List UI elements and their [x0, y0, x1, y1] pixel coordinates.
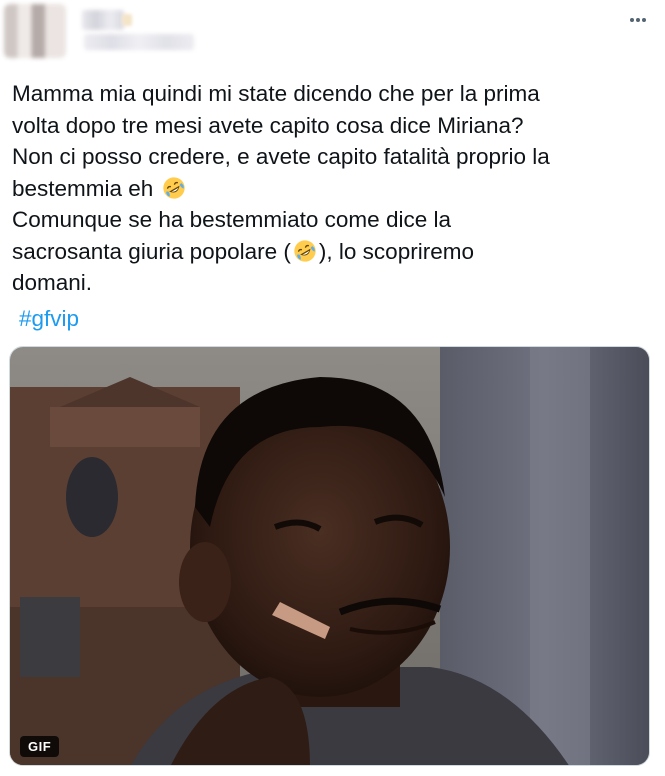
tweet-line-text: bestemmia eh: [12, 175, 160, 201]
hashtag-link[interactable]: #gfvip: [19, 304, 79, 334]
tweet-line: Mamma mia quindi mi state dicendo che pe…: [12, 81, 540, 106]
tweet-line-with-emoji: bestemmia eh: [12, 173, 652, 205]
tweet-line: Comunque se ha bestemmiato come dice la: [12, 207, 451, 232]
tweet-line-text: sacrosanta giuria popolare (: [12, 238, 291, 264]
tweet-line: Non ci posso credere, e avete capito fat…: [12, 144, 550, 169]
tweet-line-text: ), lo scopriremo: [318, 238, 474, 264]
more-horizontal-icon: [630, 18, 646, 22]
blurred-username[interactable]: [84, 34, 194, 50]
gif-badge: GIF: [20, 736, 60, 757]
gif-preview-image: [10, 347, 649, 765]
tweet-line: volta dopo tre mesi avete capito cosa di…: [12, 112, 524, 138]
rolling-on-the-floor-laughing-emoji-icon: [294, 239, 316, 262]
tweet-card: Mamma mia quindi mi state dicendo che pe…: [0, 0, 665, 776]
tweet-line: domani.: [12, 270, 93, 295]
tweet-line-with-emoji: sacrosanta giuria popolare ( ), lo scopr…: [12, 236, 652, 268]
avatar[interactable]: [4, 4, 66, 58]
gif-media[interactable]: GIF: [9, 346, 650, 766]
more-options-button[interactable]: [624, 8, 652, 32]
blurred-display-name[interactable]: [82, 10, 124, 30]
rolling-on-the-floor-laughing-emoji-icon: [162, 176, 185, 199]
blurred-badge: [122, 14, 132, 26]
tweet-text: Mamma mia quindi mi state dicendo che pe…: [12, 78, 652, 299]
